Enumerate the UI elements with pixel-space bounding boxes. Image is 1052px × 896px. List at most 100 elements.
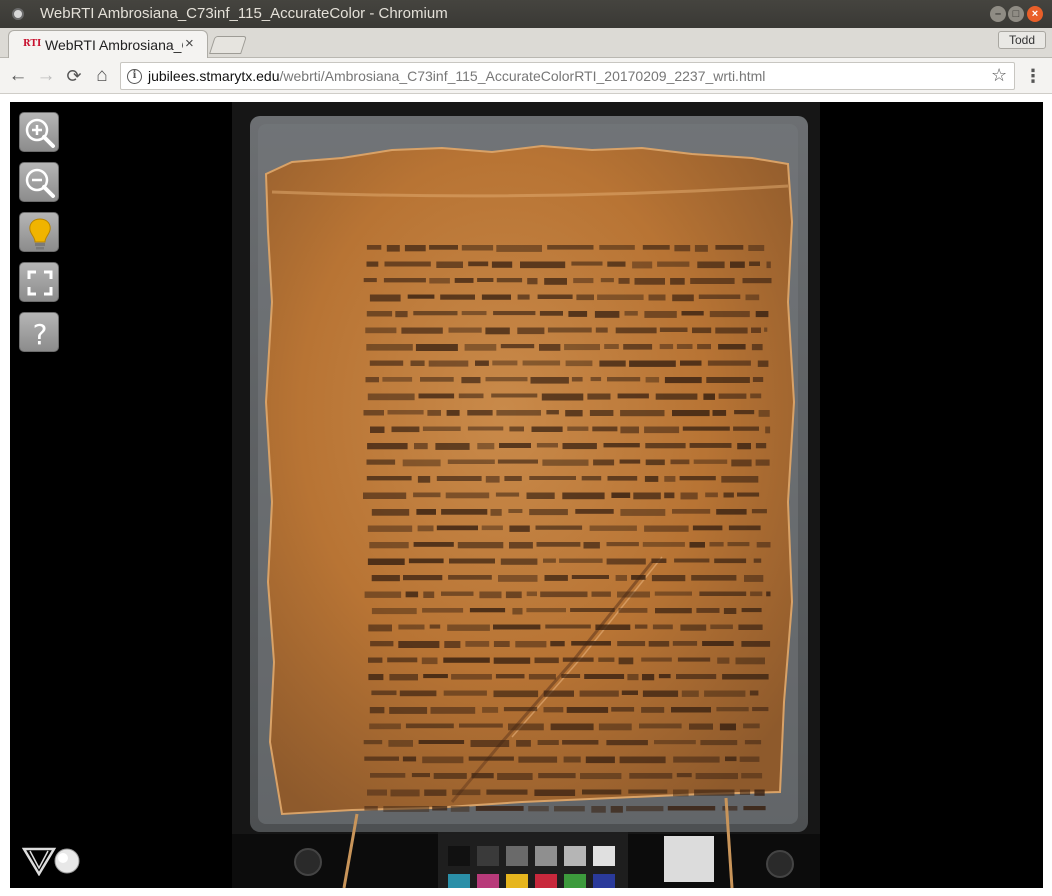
manuscript-word bbox=[543, 707, 564, 713]
manuscript-word bbox=[424, 789, 447, 796]
manuscript-word bbox=[517, 294, 530, 300]
manuscript-word bbox=[485, 377, 528, 382]
manuscript-word bbox=[505, 591, 522, 599]
light-toggle-button[interactable] bbox=[19, 212, 59, 252]
manuscript-word bbox=[475, 360, 489, 366]
manuscript-word bbox=[481, 294, 511, 300]
manuscript-word bbox=[449, 558, 495, 564]
url-text[interactable]: jubilees.stmarytx.edu/webrti/Ambrosiana_… bbox=[148, 68, 765, 84]
forward-button[interactable]: → bbox=[34, 64, 58, 88]
manuscript-word bbox=[416, 509, 436, 515]
svg-text:?: ? bbox=[33, 318, 48, 351]
manuscript-word bbox=[427, 410, 441, 416]
tab-webrti[interactable]: RTI WebRTI Ambrosiana_C73inf_115_Accurat… bbox=[8, 30, 208, 59]
color-patch bbox=[593, 874, 615, 888]
manuscript-image[interactable] bbox=[232, 102, 820, 888]
manuscript-word bbox=[717, 657, 730, 664]
manuscript-word bbox=[741, 773, 763, 779]
manuscript-word bbox=[756, 542, 771, 548]
address-bar[interactable]: i jubilees.stmarytx.edu/webrti/Ambrosian… bbox=[120, 62, 1015, 90]
tab-close-icon[interactable]: × bbox=[185, 35, 194, 52]
manuscript-word bbox=[440, 294, 475, 300]
zoom-out-button[interactable] bbox=[19, 162, 59, 202]
manuscript-word bbox=[632, 261, 653, 269]
color-patch bbox=[535, 846, 557, 866]
manuscript-word bbox=[497, 773, 533, 780]
manuscript-word bbox=[705, 492, 718, 498]
manuscript-word bbox=[383, 806, 430, 812]
new-tab-button[interactable] bbox=[209, 36, 247, 54]
reload-button[interactable]: ⟳ bbox=[62, 64, 86, 88]
manuscript-word bbox=[477, 443, 495, 450]
manuscript-word bbox=[723, 608, 737, 614]
rti-viewer[interactable]: ? bbox=[10, 102, 1043, 888]
manuscript-word bbox=[546, 410, 559, 415]
manuscript-word bbox=[694, 245, 708, 252]
color-patch bbox=[506, 874, 528, 888]
manuscript-word bbox=[618, 278, 630, 284]
manuscript-word bbox=[689, 443, 732, 448]
home-button[interactable]: ⌂ bbox=[90, 64, 114, 88]
manuscript-word bbox=[766, 261, 771, 269]
manuscript-word bbox=[423, 591, 435, 598]
manuscript-word bbox=[644, 426, 680, 434]
manuscript-word bbox=[744, 740, 762, 745]
manuscript-word bbox=[422, 756, 464, 764]
manuscript-word bbox=[387, 410, 424, 415]
zoom-in-button[interactable] bbox=[19, 112, 59, 152]
manuscript-word bbox=[655, 393, 698, 400]
maximize-button[interactable]: □ bbox=[1008, 6, 1024, 22]
manuscript-word bbox=[719, 723, 736, 731]
manuscript-word bbox=[737, 492, 760, 497]
manuscript-word bbox=[584, 674, 625, 679]
manuscript-word bbox=[436, 476, 482, 481]
manuscript-word bbox=[664, 476, 676, 482]
manuscript-word bbox=[401, 327, 443, 334]
manuscript-word bbox=[677, 657, 711, 662]
manuscript-word bbox=[562, 740, 599, 745]
manuscript-word bbox=[583, 542, 600, 549]
manuscript-word bbox=[693, 459, 728, 464]
minimize-button[interactable]: – bbox=[990, 6, 1006, 22]
url-host: jubilees.stmarytx.edu bbox=[148, 68, 280, 84]
help-button[interactable]: ? bbox=[19, 312, 59, 352]
close-window-button[interactable]: × bbox=[1027, 6, 1043, 22]
manuscript-word bbox=[414, 443, 428, 450]
manuscript-word bbox=[491, 393, 538, 398]
manuscript-word bbox=[658, 674, 671, 679]
manuscript-word bbox=[367, 789, 387, 796]
color-patch bbox=[477, 846, 499, 866]
profile-button[interactable]: Todd bbox=[998, 31, 1046, 49]
manuscript-word bbox=[365, 327, 397, 334]
manuscript-word bbox=[422, 608, 464, 613]
site-info-icon[interactable]: i bbox=[127, 69, 142, 84]
manuscript-word bbox=[725, 756, 737, 762]
bookmark-star-icon[interactable]: ☆ bbox=[991, 65, 1007, 86]
manuscript-word bbox=[428, 360, 469, 367]
manuscript-word bbox=[628, 789, 668, 794]
manuscript-word bbox=[576, 294, 594, 301]
color-patch bbox=[448, 846, 470, 866]
back-button[interactable]: ← bbox=[6, 64, 30, 88]
manuscript-word bbox=[550, 641, 565, 647]
manuscript-word bbox=[744, 575, 764, 582]
manuscript-word bbox=[450, 806, 470, 812]
manuscript-word bbox=[482, 707, 499, 713]
manuscript-word bbox=[486, 789, 528, 795]
chromium-app-icon bbox=[12, 8, 24, 20]
manuscript-word bbox=[712, 410, 727, 416]
manuscript-word bbox=[485, 476, 500, 483]
manuscript-word bbox=[445, 492, 490, 499]
fullscreen-button[interactable] bbox=[19, 262, 59, 302]
manuscript-word bbox=[575, 509, 614, 514]
manuscript-word bbox=[681, 690, 699, 697]
browser-menu-icon[interactable]: ⋮ bbox=[1024, 64, 1042, 88]
manuscript-word bbox=[672, 294, 694, 302]
manuscript-word bbox=[591, 806, 606, 813]
manuscript-word bbox=[659, 344, 674, 350]
browser-toolbar: ← → ⟳ ⌂ i jubilees.stmarytx.edu/webrti/A… bbox=[0, 58, 1052, 94]
manuscript-word bbox=[598, 723, 632, 731]
manuscript-word bbox=[369, 707, 385, 714]
manuscript-word bbox=[664, 492, 675, 499]
manuscript-word bbox=[367, 558, 405, 565]
